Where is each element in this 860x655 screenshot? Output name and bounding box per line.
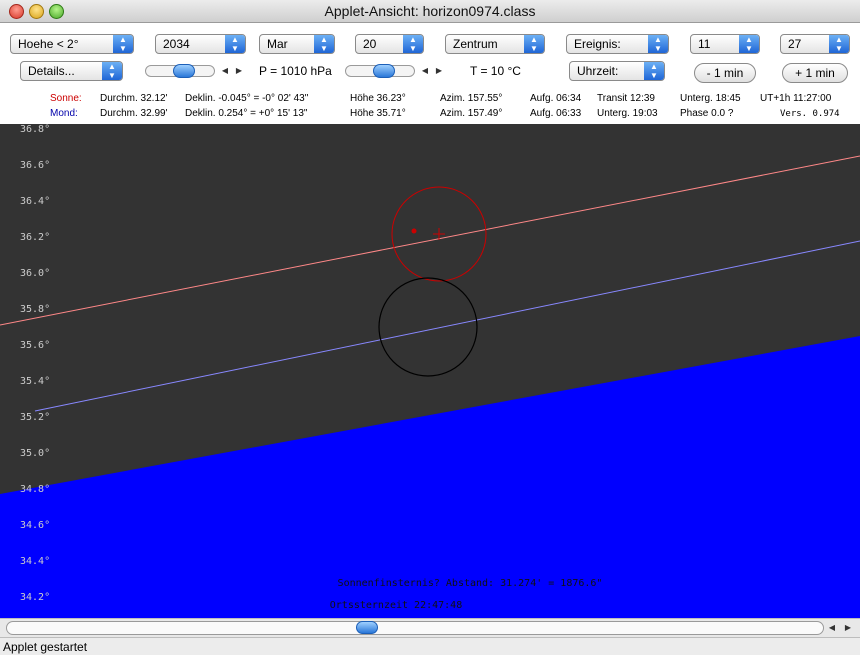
minute-select[interactable]: 27 ▲ ▼ [780,34,850,54]
y-axis-tick-label: 35.0° [20,448,50,459]
status-bar: Applet gestartet [0,637,860,655]
y-axis-tick-label: 34.8° [20,484,50,495]
pressure-slider-thumb[interactable] [173,64,195,78]
scroll-right-icon[interactable]: ▶ [842,622,854,634]
moon-rise: Aufg. 06:33 [530,108,582,119]
right-arrow-icon[interactable]: ▶ [233,65,245,77]
height-select-label: Hoehe < 2° [18,37,79,51]
y-axis-tick-label: 35.4° [20,376,50,387]
y-axis-tick-label: 36.2° [20,232,50,243]
details-select[interactable]: Details... ▲ ▼ [20,61,123,81]
pressure-slider[interactable]: ◀ ▶ [145,64,249,78]
updown-arrows-icon: ▲ ▼ [225,35,245,53]
minus-minute-button[interactable]: - 1 min [694,63,756,83]
hour-select[interactable]: 11 ▲ ▼ [690,34,760,54]
y-axis-tick-label: 36.4° [20,196,50,207]
scroll-left-icon[interactable]: ◀ [826,622,838,634]
moon-phase: Phase 0.0 ? [680,108,734,119]
y-axis-tick-label: 36.8° [20,124,50,135]
window-titlebar: Applet-Ansicht: horizon0974.class [0,0,860,23]
moon-declination: Deklin. 0.254° = +0° 15' 13" [185,108,308,119]
details-select-label: Details... [28,64,75,78]
year-select-label: 2034 [163,37,190,51]
moon-diameter: Durchm. 32.99' [100,108,168,119]
moon-altitude: Höhe 35.71° [350,108,406,119]
scrollbar-track[interactable] [6,621,824,635]
eclipse-distance-note: Sonnenfinsternis? Abstand: 31.274' = 187… [338,578,603,589]
sun-marker-dot [411,228,417,234]
y-axis-tick-label: 35.8° [20,304,50,315]
day-select[interactable]: 20 ▲ ▼ [355,34,424,54]
year-select[interactable]: 2034 ▲ ▼ [155,34,246,54]
moon-set: Unterg. 19:03 [597,108,658,119]
y-axis-tick-label: 35.6° [20,340,50,351]
y-axis-tick-label: 34.2° [20,592,50,603]
pressure-label: P = 1010 hPa [259,64,332,78]
updown-arrows-icon: ▲ ▼ [648,35,668,53]
sun-label: Sonne: [50,93,82,104]
sun-transit: Transit 12:39 [597,93,655,104]
moon-label: Mond: [50,108,78,119]
updown-arrows-icon: ▲ ▼ [644,62,664,80]
updown-arrows-icon: ▲ ▼ [739,35,759,53]
plus-minute-button[interactable]: + 1 min [782,63,848,83]
updown-arrows-icon: ▲ ▼ [403,35,423,53]
sun-azimuth: Azim. 157.55° [440,93,503,104]
version-label: Vers. 0.974 [780,109,840,119]
horizontal-scrollbar[interactable]: ◀ ▶ [0,618,860,637]
hour-select-label: 11 [698,37,711,51]
updown-arrows-icon: ▲ ▼ [524,35,544,53]
updown-arrows-icon: ▲ ▼ [829,35,849,53]
right-arrow-icon[interactable]: ▶ [433,65,445,77]
updown-arrows-icon: ▲ ▼ [314,35,334,53]
y-axis-tick-label: 36.6° [20,160,50,171]
moon-azimuth: Azim. 157.49° [440,108,503,119]
temperature-slider[interactable]: ◀ ▶ [345,64,449,78]
status-text: Applet gestartet [3,640,88,654]
y-axis-tick-label: 34.6° [20,520,50,531]
event-select-label: Ereignis: [574,37,621,51]
center-select-label: Zentrum [453,37,498,51]
sun-rise: Aufg. 06:34 [530,93,582,104]
sky-plot: 36.8° 36.6° 36.4° 36.2° 36.0° 35.8° 35.6° 35.4°… [0,124,860,618]
sun-diameter: Durchm. 32.12' [100,93,168,104]
temperature-slider-thumb[interactable] [373,64,395,78]
sun-altitude: Höhe 36.23° [350,93,406,104]
y-axis-tick-label: 36.0° [20,268,50,279]
month-select[interactable]: Mar ▲ ▼ [259,34,335,54]
ut-time: UT+1h 11:27:00 [760,93,832,104]
sun-declination: Deklin. -0.045° = -0° 02' 43" [185,93,309,104]
sidereal-time: Ortssternzeit 22:47:48 [330,600,462,611]
updown-arrows-icon: ▲ ▼ [102,62,122,80]
sun-set: Unterg. 18:45 [680,93,741,104]
window-title: Applet-Ansicht: horizon0974.class [324,3,536,19]
time-select-label: Uhrzeit: [577,64,619,78]
y-axis-tick-label: 35.2° [20,412,50,423]
left-arrow-icon[interactable]: ◀ [419,65,431,77]
temperature-label: T = 10 °C [470,64,521,78]
day-select-label: 20 [363,37,377,51]
scrollbar-thumb[interactable] [356,621,378,634]
y-axis-tick-label: 34.4° [20,556,50,567]
month-select-label: Mar [267,37,288,51]
center-select[interactable]: Zentrum ▲ ▼ [445,34,545,54]
time-select[interactable]: Uhrzeit: ▲ ▼ [569,61,665,81]
event-select[interactable]: Ereignis: ▲ ▼ [566,34,669,54]
updown-arrows-icon: ▲ ▼ [113,35,133,53]
height-select[interactable]: Hoehe < 2° ▲ ▼ [10,34,134,54]
minute-select-label: 27 [788,37,802,51]
left-arrow-icon[interactable]: ◀ [219,65,231,77]
